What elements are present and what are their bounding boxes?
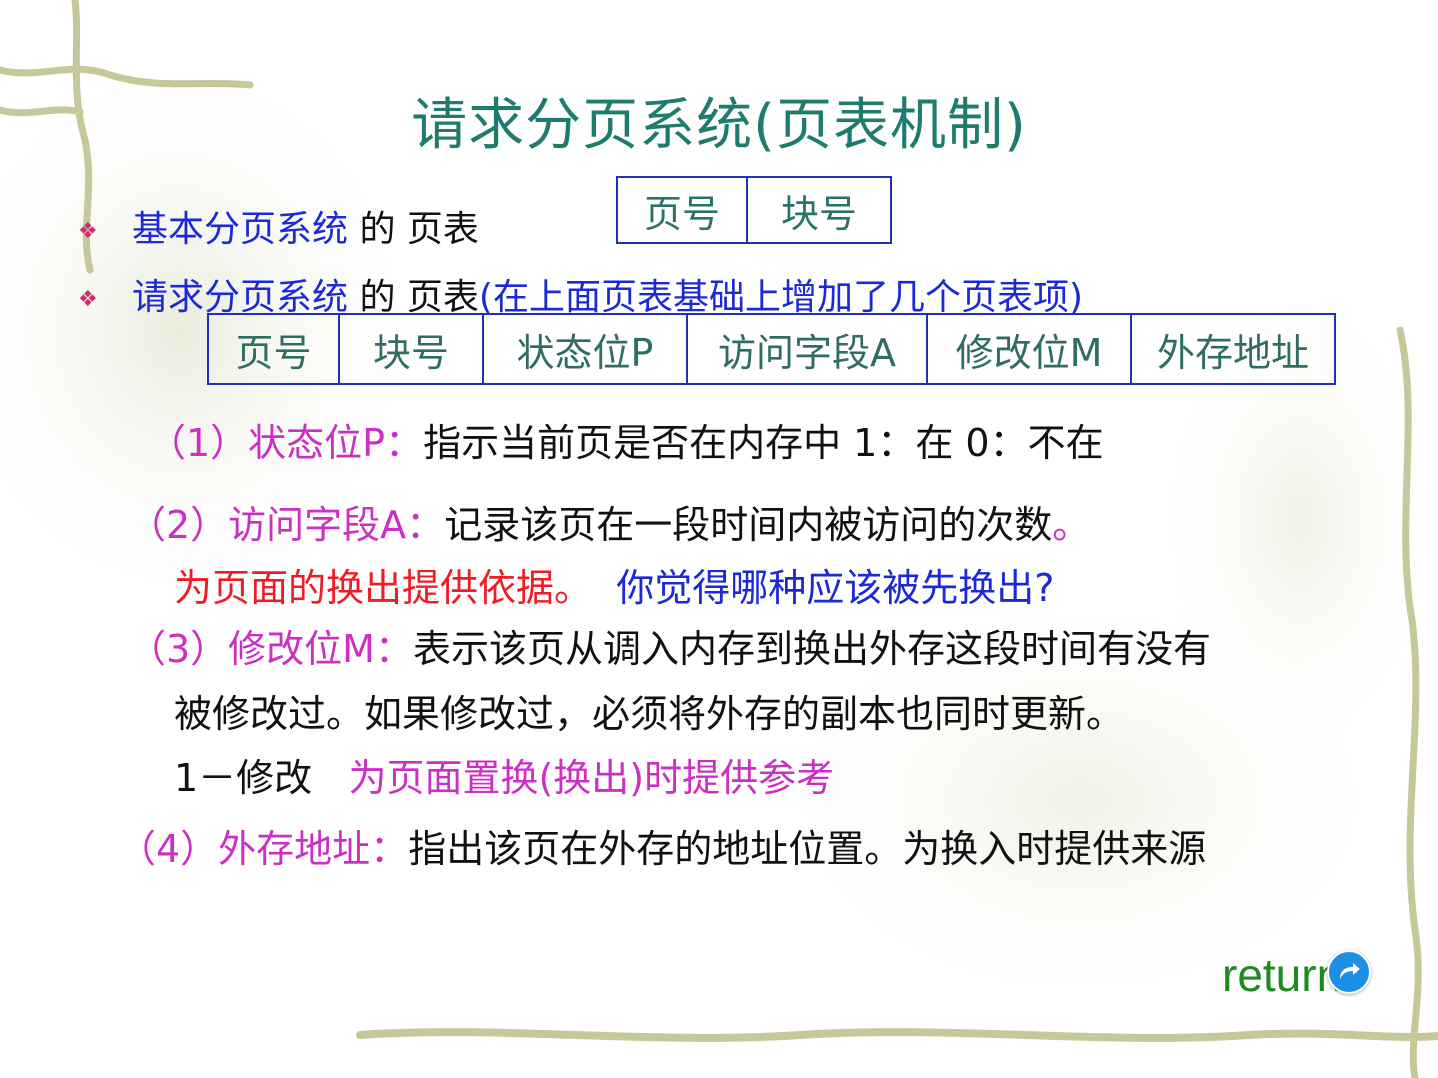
return-arrow-glyph [1340,963,1360,979]
status-bit-text: 指示当前页是否在内存中 1：在 0：不在 [423,421,1104,465]
item-access-field: （2）访问字段A：记录该页在一段时间内被访问的次数。 [128,494,1090,549]
item-modify-bit-line3: 1－修改 为页面置换(换出)时提供参考 [174,747,834,802]
item-modify-bit-line2: 被修改过。如果修改过，必须将外存的副本也同时更新。 [174,683,1124,738]
item-modify-bit: （3）修改位M：表示该页从调入内存到换出外存这段时间有没有 [128,618,1211,673]
modify-bit-text: 表示该页从调入内存到换出外存这段时间有没有 [412,627,1211,671]
access-field-period: 。 [1052,503,1091,547]
request-paging-name: 请求分页系统 [132,277,349,318]
external-address-text: 指出该页在外存的地址位置。为换入时提供来源 [408,827,1207,871]
swap-question-text: 你觉得哪种应该被先换出? [616,566,1055,610]
modify-bit-label: （3）修改位M： [128,627,413,671]
access-field-text: 记录该页在一段时间内被访问的次数 [444,503,1053,547]
page-table-label: 页表 [406,277,479,318]
page-table-note: (在上面页表基础上增加了几个页表项) [478,277,1084,318]
slide-title: 请求分页系统(页表机制) [411,93,1027,158]
basic-table-block-number: 块号 [746,176,892,244]
request-table-access-field: 访问字段A [686,313,928,385]
modify-value-text: 1－修改 [174,756,313,800]
item-status-bit: （1）状态位P：指示当前页是否在内存中 1：在 0：不在 [148,412,1104,467]
request-page-table: 页号 块号 状态位P 访问字段A 修改位M 外存地址 [207,313,1336,385]
basic-paging-name: 基本分页系统 [132,209,349,250]
request-table-external-address: 外存地址 [1130,313,1336,385]
item-access-field-line2: 为页面的换出提供依据。 你觉得哪种应该被先换出? [174,557,1054,612]
request-table-block-number: 块号 [338,313,484,385]
page-table-label: 页表 [406,209,479,250]
return-arrow-icon[interactable] [1327,950,1371,994]
basic-page-table: 页号 块号 [616,176,892,244]
request-table-status-bit: 状态位P [482,313,688,385]
status-bit-label: （1）状态位P： [148,421,424,465]
return-link[interactable]: return [1222,948,1342,1002]
request-table-page-number: 页号 [207,313,340,385]
access-field-label: （2）访问字段A： [128,503,445,547]
modify-bit-text-2: 被修改过。如果修改过，必须将外存的副本也同时更新。 [174,692,1125,736]
bullet-diamond-icon: ❖ [78,286,98,312]
external-address-label: （4）外存地址： [118,827,409,871]
connector: 的 [348,277,407,318]
connector: 的 [348,209,407,250]
replacement-reference-text: 为页面置换(换出)时提供参考 [348,756,835,800]
bullet-basic-paging: ❖ 基本分页系统 的 页表 [78,200,479,252]
item-external-address: （4）外存地址：指出该页在外存的地址位置。为换入时提供来源 [118,818,1206,873]
basic-table-page-number: 页号 [616,176,748,244]
request-table-modify-bit: 修改位M [926,313,1132,385]
swap-basis-text: 为页面的换出提供依据。 [174,566,593,610]
bullet-diamond-icon: ❖ [78,218,98,244]
